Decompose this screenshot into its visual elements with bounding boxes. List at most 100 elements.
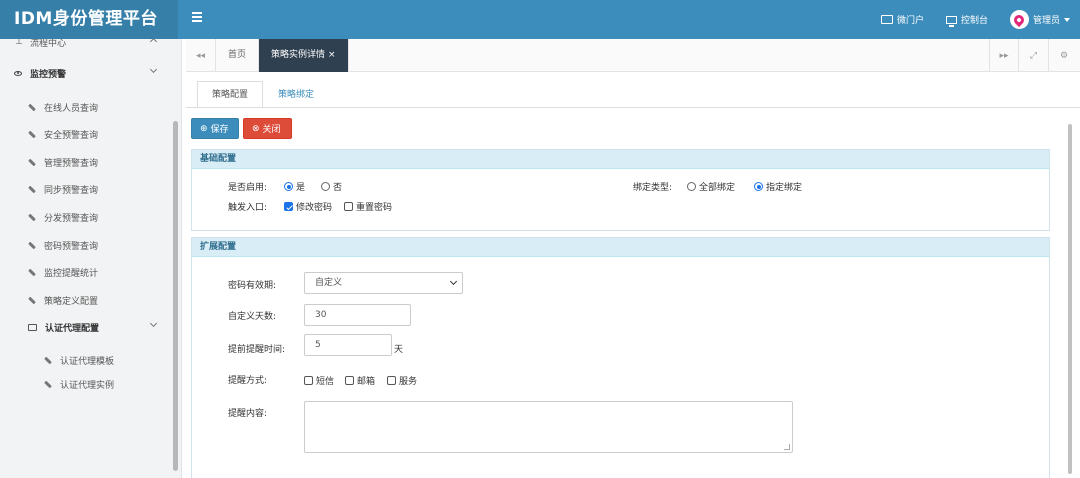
console-link[interactable]: 控制台 xyxy=(945,13,988,27)
reminder-content-label: 提醒内容: xyxy=(228,409,268,419)
trigger-reset-password-checkbox[interactable]: 重置密码 xyxy=(344,200,392,213)
reminder-method-label: 提醒方式: xyxy=(228,376,268,386)
trigger-reset-label: 重置密码 xyxy=(356,203,393,213)
sidebar-item-label: 同步预警查询 xyxy=(44,185,99,196)
sidebar-item-label: 分发预警查询 xyxy=(44,213,99,224)
app-title[interactable]: IDM身份管理平台 xyxy=(0,0,178,39)
sidebar-item-auth-proxy-instance[interactable]: 认证代理实例 xyxy=(0,373,170,395)
radio-unchecked-icon xyxy=(687,182,696,191)
advance-reminder-label: 提前提醒时间: xyxy=(228,345,286,355)
tab-active-label: 策略实例详情 xyxy=(271,50,326,60)
close-tab-icon[interactable]: × xyxy=(328,50,336,60)
extended-config-panel: 扩展配置 密码有效期: 自定义 自定义天数: 30 提前提醒时间: 5 天 提醒… xyxy=(191,237,1050,478)
reminder-content-textarea[interactable] xyxy=(304,401,793,453)
sidebar-item-auth-proxy-template[interactable]: 认证代理模板 xyxy=(0,349,170,371)
sidebar-item-process-center[interactable]: ⊥ 流程中心 xyxy=(0,39,170,53)
custom-days-input[interactable]: 30 xyxy=(304,304,411,326)
bind-all-radio[interactable]: 全部绑定 xyxy=(687,180,735,193)
menu-toggle-icon[interactable] xyxy=(192,12,202,22)
user-name: 管理员 xyxy=(1032,16,1060,26)
pencil-icon xyxy=(28,268,36,276)
id-card-icon xyxy=(880,15,893,24)
radio-checked-icon xyxy=(754,182,763,191)
location-pin-icon xyxy=(1012,12,1027,27)
sidebar-item-password-alerts[interactable]: 密码预警查询 xyxy=(0,234,170,256)
method-service-checkbox[interactable]: 服务 xyxy=(387,374,417,387)
sidebar-item-sync-alerts[interactable]: 同步预警查询 xyxy=(0,178,170,200)
trigger-change-password-checkbox[interactable]: 修改密码 xyxy=(284,200,332,213)
tab-policy-instance-detail[interactable]: 策略实例详情 × xyxy=(259,39,349,72)
tab-options-button[interactable]: ⚙ xyxy=(1049,39,1079,72)
sidebar-item-policy-definition[interactable]: 策略定义配置 xyxy=(0,289,170,311)
close-circle-icon: ⊗ xyxy=(252,123,260,134)
method-sms-checkbox[interactable]: 短信 xyxy=(304,374,334,387)
radio-unchecked-icon xyxy=(321,182,330,191)
checkbox-unchecked-icon xyxy=(387,376,396,385)
chevron-down-icon xyxy=(149,65,158,74)
pencil-icon xyxy=(28,213,36,221)
sidebar-item-label: 密码预警查询 xyxy=(44,241,99,252)
pencil-icon xyxy=(44,380,52,388)
method-sms-label: 短信 xyxy=(316,377,335,387)
resize-handle-icon[interactable] xyxy=(784,444,790,450)
validity-value: 自定义 xyxy=(315,278,343,288)
user-menu[interactable]: 管理员 xyxy=(1009,10,1070,29)
trigger-label: 触发入口: xyxy=(228,203,268,213)
sidebar-item-label: 认证代理实例 xyxy=(60,380,115,391)
enable-no-radio[interactable]: 否 xyxy=(321,180,342,193)
subtab-policy-binding[interactable]: 策略绑定 xyxy=(263,81,329,108)
gear-icon: ⚙ xyxy=(1059,50,1069,61)
checkbox-unchecked-icon xyxy=(304,376,313,385)
save-button[interactable]: ⊕ 保存 xyxy=(191,118,239,139)
sidebar-item-label: 安全预警查询 xyxy=(44,130,99,141)
tabs-scroll-right-button[interactable]: ▸▸ xyxy=(989,39,1019,72)
search-icon: ⊕ xyxy=(200,123,208,134)
subtab-policy-config[interactable]: 策略配置 xyxy=(197,81,264,108)
sidebar-group-label: 监控预警 xyxy=(30,69,67,80)
content-scrollbar[interactable] xyxy=(1067,124,1073,474)
top-navbar: IDM身份管理平台 微门户 控制台 管理员 xyxy=(0,0,1080,39)
subtab-divider xyxy=(186,107,1080,108)
chevron-down-icon xyxy=(449,277,458,286)
sidebar-scrollbar[interactable] xyxy=(173,121,178,471)
sidebar-item-label: 流程中心 xyxy=(30,39,67,49)
pencil-icon xyxy=(28,130,36,138)
method-email-checkbox[interactable]: 邮箱 xyxy=(345,374,375,387)
chevron-down-icon xyxy=(149,319,158,328)
sidebar-item-management-alerts[interactable]: 管理预警查询 xyxy=(0,151,170,173)
sidebar-item-security-alerts[interactable]: 安全预警查询 xyxy=(0,123,170,145)
checkbox-checked-icon xyxy=(284,202,293,211)
advance-unit: 天 xyxy=(394,345,404,355)
sidebar-group-auth-proxy[interactable]: 认证代理配置 xyxy=(0,316,170,338)
bind-specified-radio[interactable]: 指定绑定 xyxy=(754,180,802,193)
save-label: 保存 xyxy=(210,125,229,135)
validity-select[interactable]: 自定义 xyxy=(304,272,463,294)
method-service-label: 服务 xyxy=(399,377,418,387)
double-chevron-left-icon: ◂◂ xyxy=(195,50,206,61)
page-tabs-bar: ◂◂ 首页 策略实例详情 × ▸▸ ⤢ ⚙ xyxy=(186,39,1080,72)
sidebar-item-online-users[interactable]: 在线人员查询 xyxy=(0,96,170,118)
validity-label: 密码有效期: xyxy=(228,281,277,291)
tab-home[interactable]: 首页 xyxy=(216,39,260,72)
enable-yes-radio[interactable]: 是 xyxy=(284,180,305,193)
sidebar-item-monitor-stats[interactable]: 监控提醒统计 xyxy=(0,261,170,283)
monitor-icon xyxy=(945,15,957,27)
pencil-icon xyxy=(28,103,36,111)
sidebar-group-monitoring[interactable]: 监控预警 xyxy=(0,62,170,84)
advance-reminder-input[interactable]: 5 xyxy=(304,334,392,356)
top-nav-links: 微门户 控制台 管理员 xyxy=(880,0,1070,39)
content-scrollbar-thumb[interactable] xyxy=(1068,124,1072,474)
portal-link[interactable]: 微门户 xyxy=(880,13,924,26)
close-button[interactable]: ⊗ 关闭 xyxy=(243,118,292,139)
sidebar-item-label: 管理预警查询 xyxy=(44,158,99,169)
checkbox-unchecked-icon xyxy=(345,376,354,385)
chevron-up-icon xyxy=(149,39,158,46)
pencil-icon xyxy=(28,158,36,166)
tabs-scroll-left-button[interactable]: ◂◂ xyxy=(186,39,216,72)
radio-checked-icon xyxy=(284,182,293,191)
sidebar-item-label: 认证代理模板 xyxy=(60,356,115,367)
fullscreen-button[interactable]: ⤢ xyxy=(1019,39,1049,72)
sidebar-item-distribution-alerts[interactable]: 分发预警查询 xyxy=(0,206,170,228)
bind-type-label: 绑定类型: xyxy=(633,183,673,193)
double-chevron-right-icon: ▸▸ xyxy=(999,50,1009,61)
